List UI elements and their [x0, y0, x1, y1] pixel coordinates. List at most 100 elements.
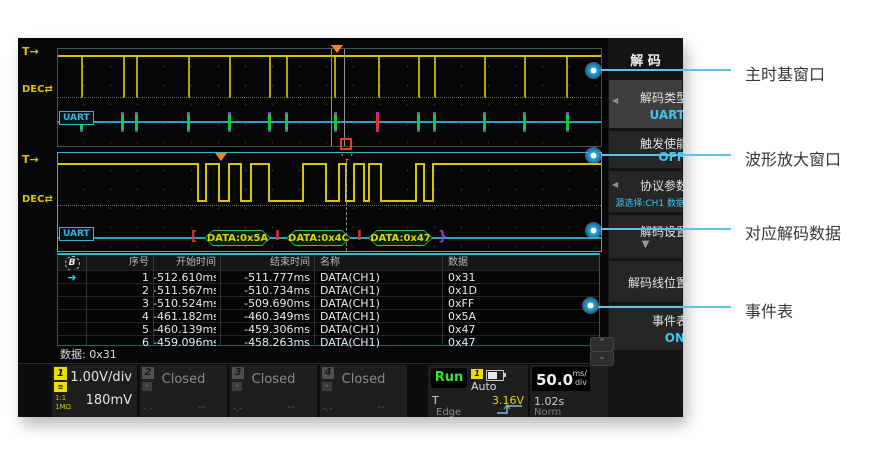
table-row[interactable]: 6 -459.096ms -458.263ms DATA(CH1) 0x47: [58, 335, 599, 349]
cursor-dashed-line: [346, 161, 347, 251]
table-row[interactable]: ➜ 1 -512.610ms -511.777ms DATA(CH1) 0x31: [58, 270, 599, 284]
acquisition-mode: Norm: [534, 407, 561, 417]
trigger-cursor-square-icon: [340, 138, 352, 150]
cell-name: DATA(CH1): [316, 336, 442, 349]
col-header-start: 开始时间: [153, 255, 216, 270]
annotation-event-table: 事件表: [745, 298, 793, 322]
ch2-coupling-placeholder: -: [142, 382, 152, 391]
timebase-scale: 50.0: [536, 371, 573, 389]
trigger-arrow-icon: →: [30, 45, 39, 58]
ch2-dash: -.-: [143, 404, 152, 414]
selected-data-readout: 数据: 0x31: [60, 346, 117, 362]
menu-item-label: 协议参数: [609, 177, 683, 194]
menu-item-trigger-enable[interactable]: 触发使能 OFF: [609, 131, 682, 168]
ch4-coupling-placeholder: -: [322, 382, 332, 391]
timebase-unit-top: ms/: [572, 369, 587, 378]
frame-mid-marker: I: [357, 229, 362, 245]
ch1-volts-per-div: 1.00V/div: [70, 370, 132, 385]
run-state: Run: [431, 368, 467, 388]
callout-dot-event-table: [582, 297, 599, 314]
trigger-position-label-zoom: T→: [22, 153, 39, 166]
annotation-line: [601, 154, 731, 156]
menu-item-value: 源选择:CH1 数据: [609, 196, 683, 209]
ch3-state: Closed: [230, 372, 317, 387]
decode-bubble: DATA:0x5A: [204, 230, 271, 246]
ch3-dash: -.-: [233, 404, 242, 414]
annotation-line: [601, 228, 731, 230]
event-table-header: B 序号 开始时间 结束时间 名称 数据: [58, 255, 599, 270]
menu-title: 解 码: [608, 50, 683, 69]
cell-start: -459.096ms: [153, 336, 216, 349]
dec-baseline: [58, 205, 601, 206]
scroll-down-icon[interactable]: ⌄: [590, 351, 614, 366]
zoom-region-band[interactable]: [331, 49, 345, 146]
edge-slope-icon: [496, 404, 524, 415]
frame-start-marker: [: [191, 229, 197, 245]
oscilloscope-screen: T→ DEC⇄ T→ DEC⇄ UART: [18, 38, 683, 417]
table-row[interactable]: 4 -461.182ms -460.349ms DATA(CH1) 0x5A: [58, 309, 599, 323]
dec-arrow-icon: ⇄: [44, 194, 52, 205]
menu-item-protocol-params[interactable]: ◀ 协议参数 源选择:CH1 数据: [609, 171, 682, 212]
ch4-dash: --: [378, 402, 385, 413]
menu-item-label: 解码线位置: [609, 274, 683, 291]
col-header-name: 名称: [316, 255, 442, 270]
annotation-main-window: 主时基窗口: [745, 61, 825, 85]
menu-item-decode-type[interactable]: ◀ 解码类型 UART: [609, 80, 682, 128]
table-row[interactable]: 2 -511.567ms -510.734ms DATA(CH1) 0x1D: [58, 283, 599, 297]
trigger-position-label: T→: [22, 45, 39, 58]
frame-mid-marker: I: [275, 229, 280, 245]
bus-icon: B: [65, 256, 80, 270]
channel-4-block[interactable]: 4 Closed - -.- --: [320, 365, 407, 417]
menu-item-value: ON: [609, 331, 683, 345]
decode-bubble: DATA:0x4C: [286, 230, 351, 246]
channel-1-badge: 1: [54, 367, 67, 380]
annotation-line: [598, 306, 731, 308]
menu-item-label: 解码设置: [609, 223, 683, 240]
trigger-source-badge: 1: [471, 369, 483, 379]
coupling-icon: ≡: [54, 382, 67, 392]
event-table: B 序号 开始时间 结束时间 名称 数据 ➜ 1 -512.610ms -511…: [57, 253, 600, 346]
col-header-num: 序号: [86, 255, 149, 270]
table-row[interactable]: 5 -460.139ms -459.306ms DATA(CH1) 0x47: [58, 322, 599, 336]
dec-arrow-icon: ⇄: [44, 84, 52, 95]
ch3-dash: --: [288, 402, 295, 413]
timebase-unit-bottom: div: [575, 378, 587, 387]
main-timebase-window: UART: [57, 48, 602, 147]
scroll-up-icon[interactable]: ⌃: [590, 337, 614, 352]
trigger-status-block[interactable]: Run 1 Auto T 3.16V Edge: [428, 365, 528, 417]
trigger-t-label: T: [432, 394, 439, 407]
ch4-dash: -.-: [323, 404, 332, 414]
dec-bus-label: DEC⇄: [22, 84, 53, 95]
ch2-dash: --: [198, 402, 205, 413]
page: T→ DEC⇄ T→ DEC⇄ UART: [0, 0, 890, 475]
uart-decode-line: [58, 121, 601, 123]
channel-3-block[interactable]: 3 Closed - -.- --: [230, 365, 317, 417]
uart-bus-tag[interactable]: UART: [59, 111, 94, 125]
menu-item-value: UART: [609, 108, 683, 122]
timebase-scale-box: 50.0 ms/ div: [532, 367, 590, 391]
probe-ratio: 1:1: [55, 394, 66, 402]
trigger-type: Edge: [436, 407, 461, 417]
menu-item-event-table[interactable]: 事件表 ON: [609, 305, 682, 350]
trigger-marker-icon[interactable]: [331, 45, 343, 53]
table-row[interactable]: 3 -510.524ms -509.690ms DATA(CH1) 0xFF: [58, 296, 599, 310]
col-header-data: 数据: [444, 255, 598, 270]
channel-2-block[interactable]: 2 Closed - -.- --: [140, 365, 227, 417]
annotation-zoom-window: 波形放大窗口: [745, 146, 841, 170]
status-bar: ZLG® 1 ≡ 1:1 1MΩ 1.00V/div 180mV 2 Close…: [18, 363, 683, 417]
menu-item-decode-line-position[interactable]: 解码线位置: [609, 261, 682, 302]
trigger-marker-icon[interactable]: [215, 153, 227, 161]
annotation-line: [601, 69, 731, 71]
menu-item-value: OFF: [609, 150, 683, 164]
channel-1-block[interactable]: 1 ≡ 1:1 1MΩ 1.00V/div 180mV: [52, 365, 137, 417]
uart-bus-tag[interactable]: UART: [59, 227, 94, 241]
callout-dot-decode-data: [585, 222, 602, 239]
frame-end-marker: }: [438, 229, 447, 245]
trigger-mode: Auto: [471, 380, 497, 393]
ch4-state: Closed: [320, 372, 407, 387]
menu-item-decode-settings[interactable]: 解码设置 ▼: [609, 215, 682, 258]
callout-dot-main-window: [585, 62, 602, 79]
impedance: 1MΩ: [55, 403, 71, 411]
annotation-decode-data: 对应解码数据: [745, 220, 841, 244]
ch1-waveform-high: [58, 55, 601, 57]
